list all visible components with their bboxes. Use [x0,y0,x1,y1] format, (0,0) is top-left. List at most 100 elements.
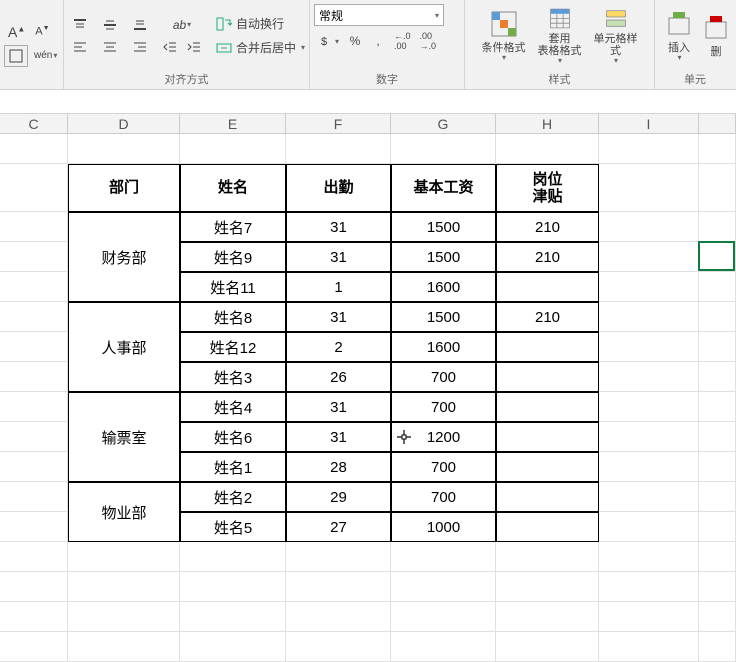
cell[interactable] [0,392,68,422]
cell[interactable] [68,134,180,164]
phonetic-guide-button[interactable]: wén▾ [30,45,61,67]
table-cell-base[interactable]: 1500 [391,302,496,332]
table-cell-base[interactable]: 700 [391,482,496,512]
table-cell-attend[interactable]: 31 [286,242,391,272]
cell[interactable] [68,542,180,572]
cell[interactable] [0,164,68,212]
cell[interactable] [180,542,286,572]
format-as-table-button[interactable]: 套用表格格式 ▾ [533,3,587,69]
table-cell-name[interactable]: 姓名12 [180,332,286,362]
grid[interactable]: 部门 姓名 出勤 基本工资 岗位津贴 姓名7311500210姓名9311500… [0,134,736,662]
table-cell-name[interactable]: 姓名8 [180,302,286,332]
cell[interactable] [599,572,699,602]
table-header-allow[interactable]: 岗位津贴 [496,164,599,212]
col-header-J[interactable] [699,114,736,133]
cell[interactable] [599,452,699,482]
table-cell-allow[interactable] [496,512,599,542]
table-cell-base[interactable]: 1200 [391,422,496,452]
table-cell-attend[interactable]: 28 [286,452,391,482]
table-cell-name[interactable]: 姓名6 [180,422,286,452]
cell-styles-button[interactable]: 单元格样式 ▾ [589,3,643,69]
merged-dept-cell[interactable]: 输票室 [68,392,180,482]
cell[interactable] [68,632,180,662]
table-cell-name[interactable]: 姓名9 [180,242,286,272]
merged-dept-cell[interactable]: 物业部 [68,482,180,542]
cell[interactable] [0,422,68,452]
cell[interactable] [286,602,391,632]
align-left-button[interactable] [68,36,92,58]
table-cell-attend[interactable]: 2 [286,332,391,362]
table-header-base[interactable]: 基本工资 [391,164,496,212]
increase-decimal-button[interactable]: ←.0.00 [390,30,415,52]
font-grow-button[interactable]: A▲ [4,21,29,43]
table-cell-name[interactable]: 姓名7 [180,212,286,242]
col-header-E[interactable]: E [180,114,286,133]
cell[interactable] [699,512,736,542]
cell[interactable] [699,362,736,392]
cell[interactable] [599,212,699,242]
cell[interactable] [699,602,736,632]
align-middle-button[interactable] [98,14,122,36]
cell[interactable] [391,542,496,572]
cell[interactable] [0,452,68,482]
table-cell-attend[interactable]: 31 [286,302,391,332]
table-cell-name[interactable]: 姓名11 [180,272,286,302]
table-cell-attend[interactable]: 1 [286,272,391,302]
table-cell-allow[interactable]: 210 [496,242,599,272]
table-cell-attend[interactable]: 26 [286,362,391,392]
table-cell-name[interactable]: 姓名5 [180,512,286,542]
cell[interactable] [599,332,699,362]
cell[interactable] [599,632,699,662]
table-header-attend[interactable]: 出勤 [286,164,391,212]
table-cell-allow[interactable]: 210 [496,302,599,332]
cell[interactable] [391,134,496,164]
align-top-button[interactable] [68,14,92,36]
cell[interactable] [599,164,699,212]
cell[interactable] [0,134,68,164]
table-cell-allow[interactable] [496,452,599,482]
cell[interactable] [0,332,68,362]
wrap-text-button[interactable]: 自动换行 [212,13,312,35]
cell[interactable] [699,392,736,422]
cell[interactable] [286,572,391,602]
table-cell-allow[interactable] [496,332,599,362]
table-header-dept[interactable]: 部门 [68,164,180,212]
table-cell-attend[interactable]: 29 [286,482,391,512]
cell[interactable] [599,134,699,164]
cell[interactable] [68,572,180,602]
table-cell-base[interactable]: 1500 [391,212,496,242]
cell[interactable] [0,242,68,272]
table-cell-attend[interactable]: 31 [286,392,391,422]
cell[interactable] [180,134,286,164]
formula-bar[interactable] [0,90,736,114]
col-header-H[interactable]: H [496,114,599,133]
table-cell-base[interactable]: 700 [391,392,496,422]
cell[interactable] [599,542,699,572]
align-bottom-button[interactable] [128,14,152,36]
cell[interactable] [0,542,68,572]
cell[interactable] [180,572,286,602]
table-cell-attend[interactable]: 31 [286,212,391,242]
col-header-G[interactable]: G [391,114,496,133]
col-header-I[interactable]: I [599,114,699,133]
table-cell-allow[interactable] [496,272,599,302]
cell[interactable] [599,242,699,272]
table-cell-allow[interactable] [496,422,599,452]
merged-dept-cell[interactable]: 财务部 [68,212,180,302]
cell[interactable] [0,512,68,542]
cell[interactable] [0,362,68,392]
percent-button[interactable]: % [344,30,366,52]
table-cell-name[interactable]: 姓名2 [180,482,286,512]
border-button[interactable] [4,45,28,67]
merged-dept-cell[interactable]: 人事部 [68,302,180,392]
cell[interactable] [0,632,68,662]
table-cell-name[interactable]: 姓名1 [180,452,286,482]
col-header-F[interactable]: F [286,114,391,133]
delete-button[interactable]: 删 [701,3,731,69]
merge-center-button[interactable]: 合并后居中 ▾ [212,37,312,59]
cell[interactable] [599,482,699,512]
decrease-indent-button[interactable] [158,36,182,58]
table-cell-allow[interactable] [496,392,599,422]
orientation-button[interactable]: ab▾ [158,14,206,36]
table-cell-allow[interactable] [496,362,599,392]
